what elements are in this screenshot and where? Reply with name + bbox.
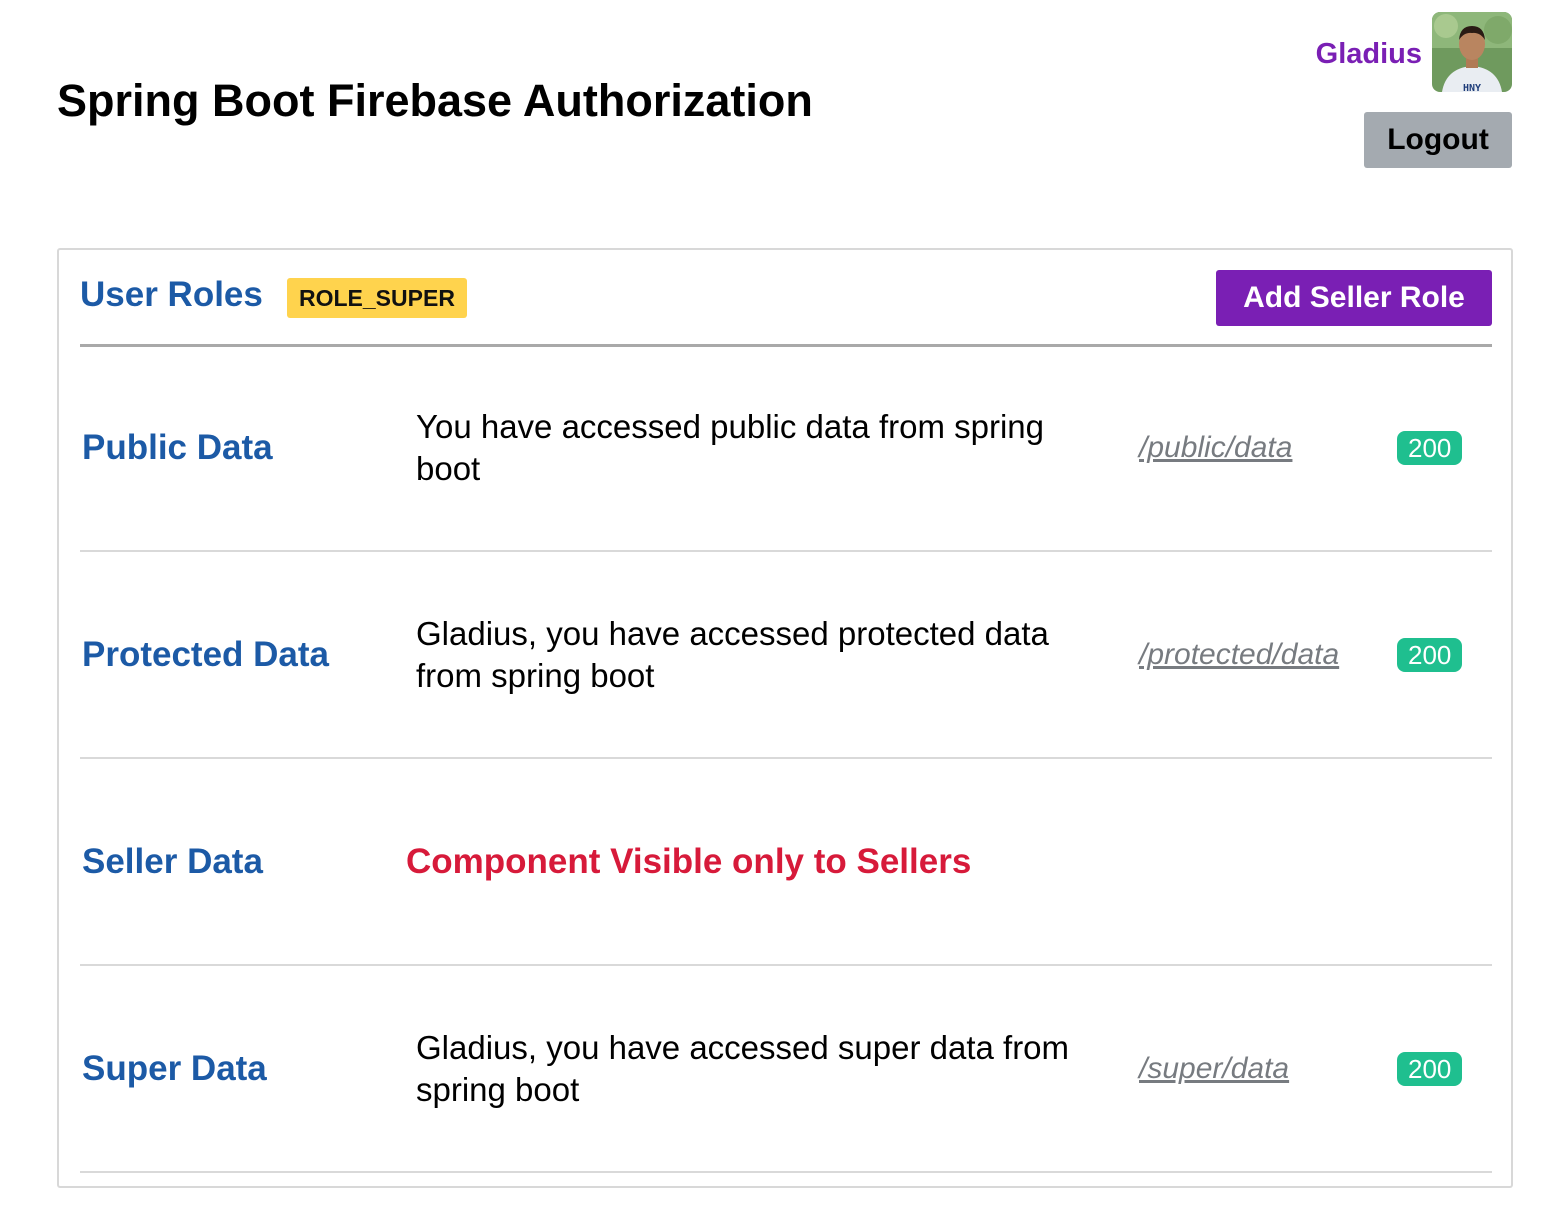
row-message: You have accessed public data from sprin…: [416, 407, 1044, 487]
row-message: Gladius, you have accessed super data fr…: [416, 1028, 1070, 1108]
row-label: Public Data: [82, 427, 273, 467]
data-row-seller: Seller Data Component Visible only to Se…: [80, 759, 1492, 966]
status-badge: 200: [1397, 1051, 1463, 1086]
data-row-public: Public Data You have accessed public dat…: [80, 345, 1492, 552]
user-roles-label: User Roles: [80, 275, 263, 314]
data-row-protected: Protected Data Gladius, you have accesse…: [80, 552, 1492, 759]
row-label: Protected Data: [82, 634, 330, 674]
role-badge: ROLE_SUPER: [287, 278, 467, 318]
roles-header: User Roles ROLE_SUPER Add Seller Role: [80, 270, 1492, 347]
avatar[interactable]: HNY: [1432, 12, 1512, 92]
page-title: Spring Boot Firebase Authorization: [57, 75, 813, 126]
row-label: Seller Data: [82, 841, 263, 881]
row-label: Super Data: [82, 1048, 267, 1088]
status-badge: 200: [1397, 637, 1463, 672]
data-rows: Public Data You have accessed public dat…: [80, 345, 1492, 1173]
avatar-photo: HNY: [1432, 12, 1512, 92]
status-badge: 200: [1397, 430, 1463, 465]
row-message: Gladius, you have accessed protected dat…: [416, 614, 1049, 694]
endpoint-link[interactable]: /public/data: [1139, 431, 1292, 465]
endpoint-link[interactable]: /super/data: [1139, 1052, 1289, 1086]
user-name: Gladius: [1315, 38, 1422, 70]
svg-text:HNY: HNY: [1463, 83, 1481, 92]
endpoint-link[interactable]: /protected/data: [1139, 638, 1339, 672]
add-seller-role-button[interactable]: Add Seller Role: [1216, 270, 1492, 326]
roles-card: User Roles ROLE_SUPER Add Seller Role Pu…: [57, 248, 1513, 1188]
restricted-message: Component Visible only to Sellers: [406, 841, 972, 881]
data-row-super: Super Data Gladius, you have accessed su…: [80, 966, 1492, 1173]
logout-button[interactable]: Logout: [1364, 112, 1512, 168]
